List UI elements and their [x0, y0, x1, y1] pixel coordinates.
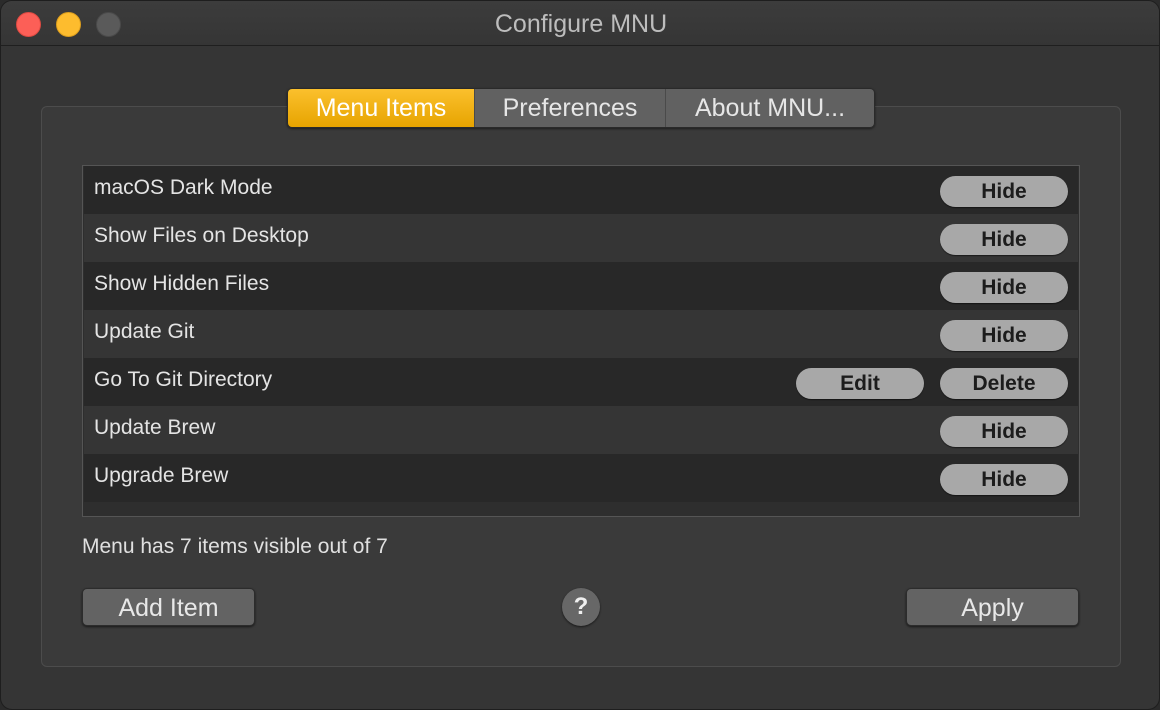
menu-item-label: Update Brew [94, 416, 216, 439]
hide-button[interactable]: Hide [940, 176, 1068, 207]
hide-button[interactable]: Hide [940, 224, 1068, 255]
menu-item-label: Show Hidden Files [94, 272, 270, 295]
tab-bar: Menu Items Preferences About MNU... [287, 88, 875, 128]
edit-button[interactable]: Edit [796, 368, 924, 399]
table-row[interactable]: Update Git Hide [84, 310, 1078, 358]
hide-button[interactable]: Hide [940, 416, 1068, 447]
menu-item-label: macOS Dark Mode [94, 176, 273, 199]
table-row[interactable]: Go To Git Directory Edit Delete [84, 358, 1078, 406]
hide-button[interactable]: Hide [940, 320, 1068, 351]
table-row[interactable]: Update Brew Hide [84, 406, 1078, 454]
configure-window: Configure MNU Menu Items Preferences Abo… [0, 0, 1160, 710]
hide-button[interactable]: Hide [940, 464, 1068, 495]
menu-item-label: Upgrade Brew [94, 464, 229, 487]
table-row[interactable]: Show Hidden Files Hide [84, 262, 1078, 310]
title-bar: Configure MNU [1, 1, 1159, 46]
menu-item-label: Show Files on Desktop [94, 224, 309, 247]
tab-preferences[interactable]: Preferences [475, 89, 666, 127]
table-row[interactable]: Upgrade Brew Hide [84, 454, 1078, 502]
add-item-button[interactable]: Add Item [82, 588, 255, 626]
status-text: Menu has 7 items visible out of 7 [82, 535, 388, 558]
menu-item-label: Update Git [94, 320, 195, 343]
menu-item-label: Go To Git Directory [94, 368, 273, 391]
table-row[interactable]: macOS Dark Mode Hide [84, 166, 1078, 214]
menu-items-table: macOS Dark Mode Hide Show Files on Deskt… [82, 165, 1080, 517]
hide-button[interactable]: Hide [940, 272, 1068, 303]
tab-about[interactable]: About MNU... [666, 89, 874, 127]
apply-button[interactable]: Apply [906, 588, 1079, 626]
help-button[interactable]: ? [562, 588, 600, 626]
table-row[interactable]: Show Files on Desktop Hide [84, 214, 1078, 262]
delete-button[interactable]: Delete [940, 368, 1068, 399]
tab-menu-items[interactable]: Menu Items [288, 89, 475, 127]
window-title: Configure MNU [494, 10, 668, 38]
